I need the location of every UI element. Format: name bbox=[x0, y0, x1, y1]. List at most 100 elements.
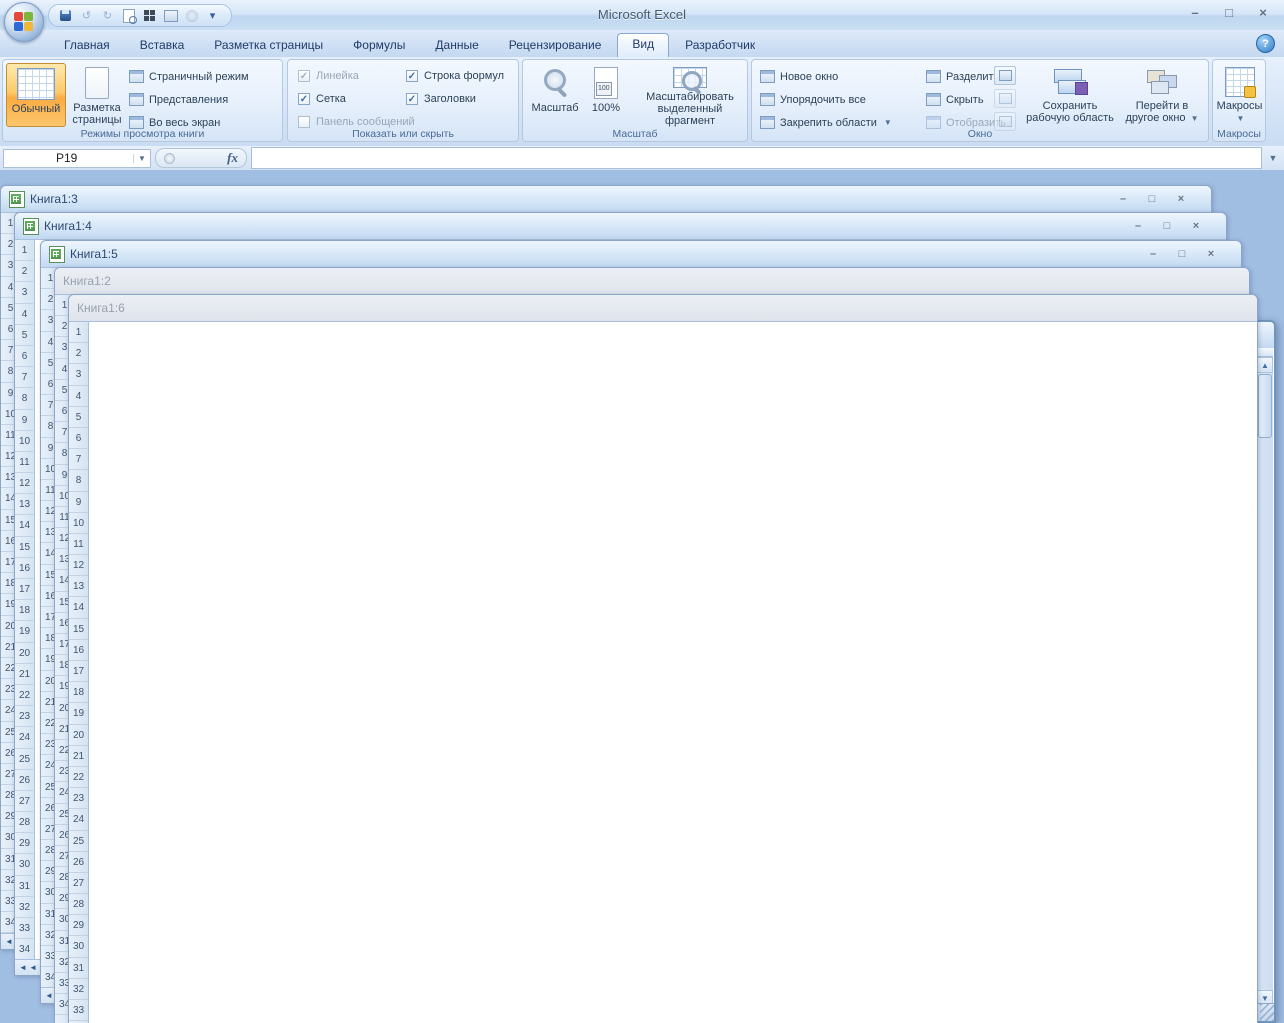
normal-view-button[interactable]: Обычный bbox=[6, 63, 66, 127]
hide-window-button[interactable]: Скрыть bbox=[926, 90, 984, 109]
zoom-button[interactable]: Масштаб bbox=[529, 63, 581, 127]
child-minimize-button[interactable]: – bbox=[1130, 220, 1146, 232]
window-titlebar-Книга1:5[interactable]: Книга1:5– □ × bbox=[41, 241, 1241, 268]
vertical-scroll-thumb[interactable] bbox=[1258, 374, 1272, 438]
reset-window-position-icon bbox=[994, 112, 1016, 131]
normal-view-icon bbox=[17, 68, 55, 100]
checkbox-box-Сетка[interactable]: ✓ bbox=[298, 93, 310, 105]
split-handle[interactable] bbox=[1257, 348, 1273, 357]
ribbon-tab-Вставка[interactable]: Вставка bbox=[126, 34, 199, 57]
ribbon-group-show-hide: ✓Линейка✓СеткаПанель сообщений✓Строка фо… bbox=[287, 59, 519, 142]
expand-formula-bar-icon[interactable]: ▼ bbox=[1266, 149, 1280, 167]
scroll-up-icon[interactable]: ▲ bbox=[1257, 357, 1273, 373]
switch-window-icon[interactable] bbox=[162, 8, 179, 24]
insert-function-button[interactable]: fx bbox=[227, 150, 238, 166]
arrange-all-button[interactable]: Упорядочить все bbox=[760, 90, 866, 109]
freeze-panes-dropdown-icon: ▼ bbox=[884, 118, 892, 127]
checkbox-Заголовки[interactable]: ✓Заголовки bbox=[406, 91, 476, 107]
status-circle-icon bbox=[183, 8, 200, 24]
window-title: Книга1:2 bbox=[63, 274, 1241, 288]
child-minimize-button[interactable]: – bbox=[1115, 193, 1131, 205]
child-minimize-button[interactable]: – bbox=[1145, 248, 1161, 260]
split-button[interactable]: Разделить bbox=[926, 67, 999, 86]
excel-document-icon bbox=[23, 218, 39, 235]
child-close-button[interactable]: × bbox=[1173, 193, 1189, 205]
ribbon-tab-Разработчик[interactable]: Разработчик bbox=[671, 34, 769, 57]
child-close-button[interactable]: × bbox=[1188, 220, 1204, 232]
save-workspace-icon bbox=[1050, 67, 1090, 97]
workbook-window-Книга1:6[interactable]: Книга1:612345678910111213141516171819202… bbox=[68, 294, 1258, 1023]
name-box-dropdown-icon[interactable]: ▼ bbox=[133, 154, 150, 163]
group-label-window: Окно bbox=[752, 128, 1208, 140]
close-button[interactable]: × bbox=[1254, 5, 1272, 21]
row-header-strip: 1234567891011121314151617181920212223242… bbox=[69, 322, 89, 1023]
checkbox-box-Заголовки[interactable]: ✓ bbox=[406, 93, 418, 105]
macros-icon bbox=[1225, 67, 1255, 97]
ribbon-tab-Разметка страницы[interactable]: Разметка страницы bbox=[200, 34, 337, 57]
window-controls: – □ × bbox=[1115, 193, 1203, 205]
insert-function-area: fx bbox=[155, 148, 247, 168]
child-restore-button[interactable]: □ bbox=[1174, 248, 1190, 260]
name-box[interactable]: P19 ▼ bbox=[3, 149, 151, 168]
window-controls: – □ × bbox=[1145, 248, 1233, 260]
window-titlebar-Книга1:2[interactable]: Книга1:2 bbox=[55, 268, 1249, 295]
split-icon bbox=[926, 70, 941, 83]
checkbox-Сетка[interactable]: ✓Сетка bbox=[298, 91, 346, 107]
checkbox-box-Панель сообщений bbox=[298, 116, 310, 128]
ribbon-tab-Вид[interactable]: Вид bbox=[617, 33, 669, 57]
help-button[interactable]: ? bbox=[1256, 34, 1275, 53]
window-controls: – □ × bbox=[1130, 220, 1218, 232]
workspace: Книга1:3–□×12345678910111213141516171819… bbox=[0, 170, 1284, 1023]
zoom-to-selection-icon bbox=[673, 67, 707, 88]
synchronous-scrolling-glyph bbox=[999, 93, 1012, 104]
ribbon-group-window: Новое окно Упорядочить все Закрепить обл… bbox=[751, 59, 1209, 142]
customize-quick-access-icon[interactable]: ▾ bbox=[204, 8, 221, 24]
zoom-to-selection-button[interactable]: Масштабировать выделенный фрагмент bbox=[635, 63, 745, 127]
ribbon: Обычный Разметка страницы Страничный реж… bbox=[0, 57, 1284, 147]
new-window-icon bbox=[760, 70, 775, 83]
child-close-button[interactable]: × bbox=[1203, 248, 1219, 260]
checkbox-Строка формул[interactable]: ✓Строка формул bbox=[406, 68, 504, 84]
checkbox-box-Строка формул[interactable]: ✓ bbox=[406, 70, 418, 82]
macros-button[interactable]: Макросы▼ bbox=[1216, 63, 1263, 127]
window-title: Книга1:5 bbox=[70, 247, 1145, 261]
window-titlebar-Книга1:4[interactable]: Книга1:4–□× bbox=[15, 213, 1226, 240]
formula-input[interactable] bbox=[251, 147, 1262, 169]
switch-windows-icon bbox=[1142, 67, 1182, 97]
zoom-100-button[interactable]: 100% bbox=[583, 63, 629, 127]
window-body: 1234567891011121314151617181920212223242… bbox=[69, 322, 1257, 1023]
view-shortcuts-icon[interactable] bbox=[141, 8, 158, 24]
checkbox-box-Линейка: ✓ bbox=[298, 70, 310, 82]
switch-windows-button[interactable]: Перейти в другое окно ▼ bbox=[1118, 63, 1206, 127]
window-titlebar-Книга1:6[interactable]: Книга1:6 bbox=[69, 295, 1257, 322]
child-restore-button[interactable]: □ bbox=[1159, 220, 1175, 232]
restore-button[interactable]: □ bbox=[1220, 5, 1238, 21]
formula-bar: P19 ▼ fx ▼ bbox=[0, 146, 1284, 171]
office-button[interactable] bbox=[4, 2, 44, 42]
resize-grip[interactable] bbox=[1260, 1004, 1274, 1021]
save-workspace-button[interactable]: Сохранить рабочую область bbox=[1024, 63, 1116, 127]
ribbon-tab-Главная[interactable]: Главная bbox=[50, 34, 124, 57]
page-layout-button[interactable]: Разметка страницы bbox=[68, 63, 126, 127]
view-side-by-side-icon[interactable] bbox=[994, 66, 1016, 85]
ribbon-tab-Рецензирование[interactable]: Рецензирование bbox=[495, 34, 616, 57]
group-label-zoom: Масштаб bbox=[523, 128, 747, 140]
ribbon-tab-Формулы[interactable]: Формулы bbox=[339, 34, 419, 57]
excel-document-icon bbox=[49, 246, 65, 263]
page-break-preview-button[interactable]: Страничный режим bbox=[129, 67, 249, 86]
page-layout-icon bbox=[85, 67, 109, 99]
vertical-scrollbar[interactable]: ▲ ▼ bbox=[1256, 348, 1273, 1006]
print-preview-icon[interactable] bbox=[120, 8, 137, 24]
ribbon-tab-Данные[interactable]: Данные bbox=[421, 34, 492, 57]
new-window-button[interactable]: Новое окно bbox=[760, 67, 838, 86]
hide-window-icon bbox=[926, 93, 941, 106]
window-titlebar-Книга1:3[interactable]: Книга1:3–□× bbox=[1, 186, 1211, 213]
custom-views-button[interactable]: Представления bbox=[129, 90, 228, 109]
title-bar: ↺↻▾ Microsoft Excel – □ × bbox=[0, 0, 1284, 31]
custom-views-icon bbox=[129, 93, 144, 106]
group-label-show-hide: Показать или скрыть bbox=[288, 128, 518, 140]
child-restore-button[interactable]: □ bbox=[1144, 193, 1160, 205]
minimize-button[interactable]: – bbox=[1186, 5, 1204, 21]
save-icon[interactable] bbox=[57, 8, 74, 24]
view-side-by-side-glyph bbox=[999, 70, 1012, 81]
